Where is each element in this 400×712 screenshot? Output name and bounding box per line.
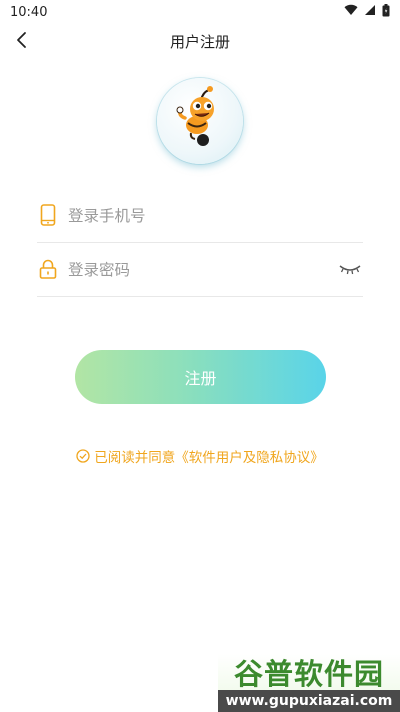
cellular-icon xyxy=(364,4,376,20)
watermark-title: 谷普软件园 xyxy=(218,654,400,691)
status-icons xyxy=(344,3,390,21)
status-bar: 10:40 xyxy=(0,0,400,24)
mascot-logo xyxy=(176,86,214,146)
page-title: 用户注册 xyxy=(169,33,230,51)
phone-input[interactable]: 登录手机号 xyxy=(68,204,363,226)
agreement-row[interactable]: 已阅读并同意 《软件用户及隐私协议》 xyxy=(0,446,400,466)
register-button[interactable]: 注册 xyxy=(75,350,326,404)
phone-field[interactable]: 登录手机号 xyxy=(37,188,363,243)
watermark: 谷普软件园 www.gupuxiazai.com xyxy=(218,654,400,712)
check-circle-icon[interactable] xyxy=(76,449,90,463)
back-button[interactable] xyxy=(8,28,36,56)
agreement-link[interactable]: 《软件用户及隐私协议》 xyxy=(175,446,324,466)
password-input[interactable]: 登录密码 xyxy=(68,258,337,280)
nav-bar: 用户注册 xyxy=(0,24,400,60)
agreement-text: 已阅读并同意 xyxy=(94,450,176,466)
status-time: 10:40 xyxy=(10,4,48,20)
password-field[interactable]: 登录密码 xyxy=(37,242,363,297)
back-arrow-icon xyxy=(15,31,29,53)
battery-icon xyxy=(382,3,390,21)
lock-icon xyxy=(37,258,59,280)
eye-closed-icon[interactable] xyxy=(337,259,363,279)
wifi-icon xyxy=(344,4,358,20)
app-logo xyxy=(157,78,243,164)
watermark-url: www.gupuxiazai.com xyxy=(218,690,400,712)
phone-icon xyxy=(37,204,59,226)
